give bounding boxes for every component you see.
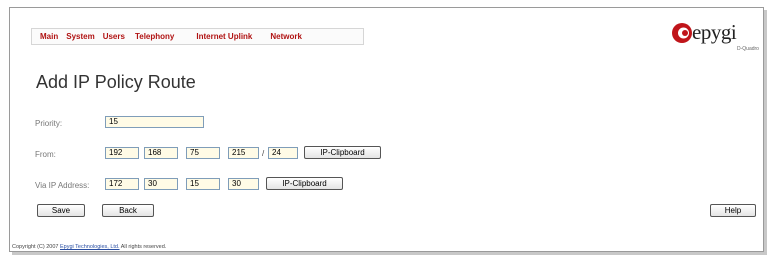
via-octet-1[interactable]: 172 [105, 178, 139, 190]
save-button[interactable]: Save [37, 204, 85, 217]
logo-word: epygi [692, 20, 737, 44]
page-title: Add IP Policy Route [36, 72, 196, 92]
main-frame: Main System Users Telephony Internet Upl… [9, 7, 764, 252]
via-octet-4[interactable]: 30 [228, 178, 259, 190]
nav-internet-uplink[interactable]: Internet Uplink [196, 32, 252, 41]
copyright-footer: Copyright (C) 2007 Epygi Technologies, L… [12, 244, 166, 250]
via-octet-3[interactable]: 15 [186, 178, 220, 190]
epygi-logo: epygi D-Quadro [671, 20, 763, 52]
nav-users[interactable]: Users [103, 32, 125, 41]
logo-swirl-icon [672, 23, 692, 43]
help-button[interactable]: Help [710, 204, 756, 217]
back-button[interactable]: Back [102, 204, 154, 217]
from-ip-clipboard-button[interactable]: IP-Clipboard [304, 146, 381, 159]
via-ip-clipboard-button[interactable]: IP-Clipboard [266, 177, 343, 190]
from-octet-3[interactable]: 75 [186, 147, 220, 159]
from-octet-4[interactable]: 215 [228, 147, 259, 159]
copyright-prefix: Copyright (C) 2007 [12, 244, 59, 250]
via-octet-2[interactable]: 30 [144, 178, 178, 190]
priority-label: Priority: [35, 119, 63, 128]
nav-telephony[interactable]: Telephony [135, 32, 174, 41]
from-octet-1[interactable]: 192 [105, 147, 139, 159]
copyright-suffix: All rights reserved. [120, 244, 167, 250]
from-mask-input[interactable]: 24 [268, 147, 298, 159]
top-nav: Main System Users Telephony Internet Upl… [31, 28, 364, 45]
nav-main[interactable]: Main [40, 32, 58, 41]
from-label: From: [35, 150, 56, 159]
mask-separator: / [262, 149, 265, 158]
from-octet-2[interactable]: 168 [144, 147, 178, 159]
company-link[interactable]: Epygi Technologies, Ltd. [60, 244, 120, 250]
nav-system[interactable]: System [66, 32, 94, 41]
nav-network[interactable]: Network [270, 32, 302, 41]
via-ip-label: Via IP Address: [35, 181, 90, 190]
priority-input[interactable]: 15 [105, 116, 204, 128]
logo-subtitle: D-Quadro [737, 46, 759, 52]
